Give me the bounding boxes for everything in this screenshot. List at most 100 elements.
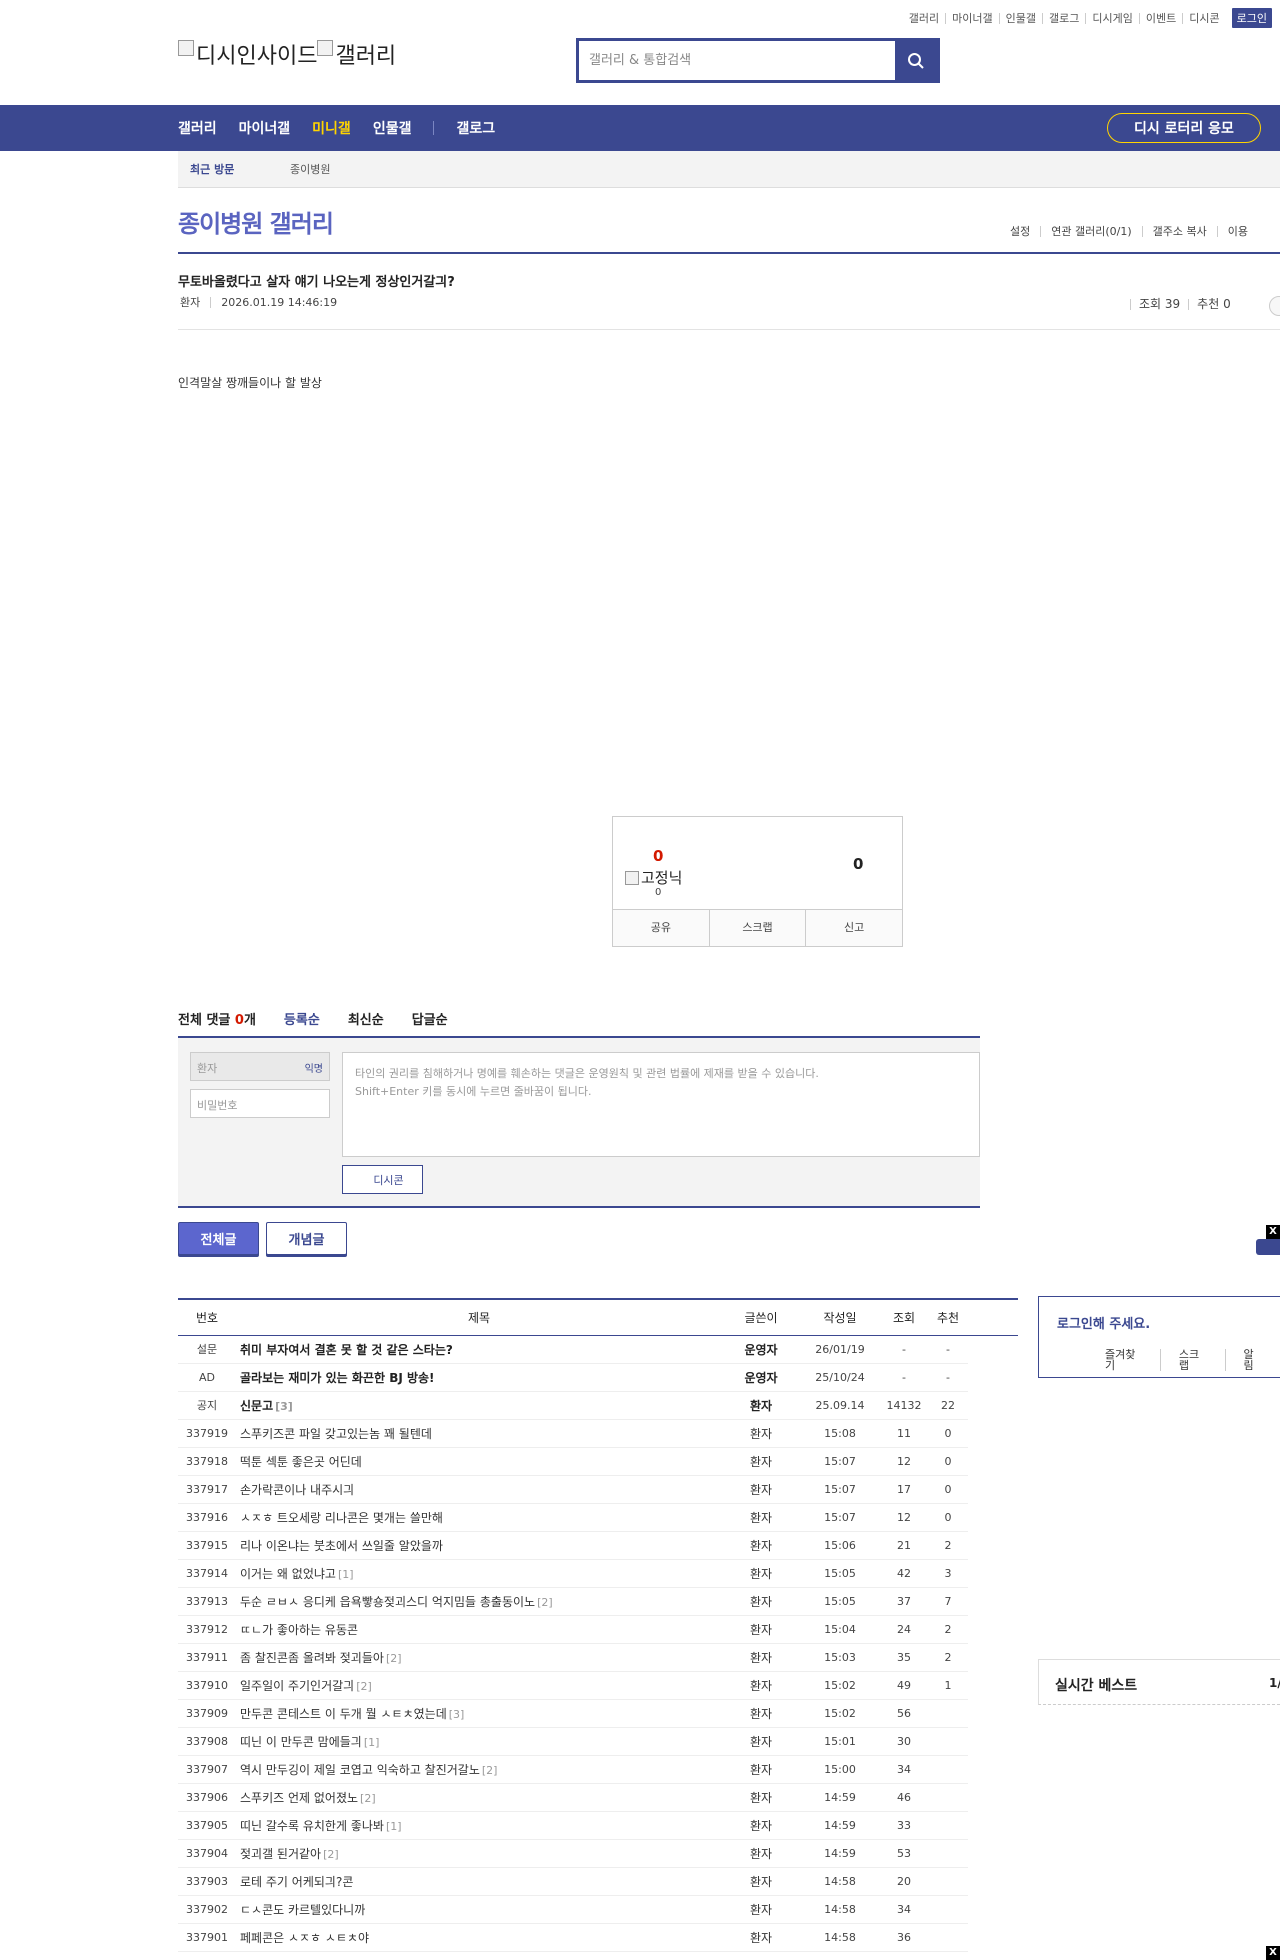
nav-person-gallery[interactable]: 인물갤 [373, 118, 412, 138]
topnav-person-link[interactable]: 인물갤 [998, 12, 1042, 24]
realtime-best-page[interactable]: 1/ [1269, 1676, 1280, 1690]
table-row[interactable]: 337904 젖괴갤 된거같아 [2] 환자 14:59 53 [178, 1839, 1018, 1868]
reply-count[interactable]: [3] [275, 1400, 293, 1413]
table-row[interactable]: 337902 ㄷㅅ콘도 카르텔있다니까 환자 14:58 34 [178, 1895, 1018, 1924]
scrap-link[interactable]: 스크랩 [1159, 1349, 1225, 1371]
report-button[interactable]: 신고 [805, 910, 902, 946]
reply-count[interactable]: [1] [386, 1820, 402, 1833]
post-title-link[interactable]: 만두콘 콘테스트 이 두개 뭘 ㅅㅌㅊ였는데 [3] [236, 1699, 722, 1728]
post-title-text[interactable]: 떡툰 섹툰 좋은곳 어딘데 [240, 1455, 362, 1469]
recommended-posts-tab[interactable]: 개념글 [266, 1222, 347, 1255]
comment-textarea[interactable]: 타인의 권리를 침해하거나 명예를 훼손하는 댓글은 운영원칙 및 관련 법률에… [342, 1052, 980, 1157]
post-writer[interactable]: 환자 [722, 1727, 800, 1756]
post-title-text[interactable]: 만두콘 콘테스트 이 두개 뭘 ㅅㅌㅊ였는데 [240, 1707, 447, 1721]
related-gallery-link[interactable]: 연관 갤러리(0/1) [1040, 226, 1141, 237]
post-title-link[interactable]: 페페콘은 ㅅㅈㅎ ㅅㅌㅊ야 [236, 1923, 722, 1952]
usage-link[interactable]: 이용 [1216, 226, 1258, 237]
post-title-link[interactable]: 로테 주기 어케되긔?콘 [236, 1867, 722, 1896]
settings-link[interactable]: 설정 [1000, 226, 1040, 237]
reply-count[interactable]: [2] [323, 1848, 339, 1861]
post-title-text[interactable]: 스푸키즈콘 파일 갖고있는놈 꽤 될텐데 [240, 1427, 432, 1441]
table-row[interactable]: 337918 떡툰 섹툰 좋은곳 어딘데 환자 15:07 12 0 [178, 1447, 1018, 1476]
close-icon[interactable]: X [1266, 1225, 1280, 1239]
post-title-text[interactable]: ㅅㅈㅎ 트오세랑 리나콘은 몇개는 쓸만해 [240, 1511, 443, 1525]
post-title-link[interactable]: 손가락콘이나 내주시긔 [236, 1475, 722, 1504]
reply-count[interactable]: [2] [482, 1764, 498, 1777]
reply-count[interactable]: [2] [537, 1596, 553, 1609]
reply-count[interactable]: [2] [356, 1680, 372, 1693]
table-row[interactable]: 337912 ㄸㄴ가 좋아하는 유동콘 환자 15:04 24 2 [178, 1615, 1018, 1644]
post-title-link[interactable]: 리나 이온냐는 붓초에서 쓰일줄 알았을까 [236, 1531, 722, 1560]
post-title-text[interactable]: 일주일이 주기인거갈긔 [240, 1679, 354, 1693]
post-writer[interactable]: 운영자 [722, 1335, 800, 1364]
post-title-link[interactable]: 스푸키즈콘 파일 갖고있는놈 꽤 될텐데 [236, 1419, 722, 1448]
post-writer[interactable]: 환자 [722, 1559, 800, 1588]
table-row[interactable]: AD 골라보는 재미가 있는 화끈한 BJ 방송! 운영자 25/10/24- - [178, 1363, 1018, 1392]
post-writer[interactable]: 환자 [722, 1699, 800, 1728]
table-row[interactable]: 337907 역시 만두깅이 제일 코엽고 익숙하고 찰진거갈노 [2] 환자 15:0… [178, 1755, 1018, 1784]
topnav-minor-link[interactable]: 마이너갤 [945, 12, 998, 24]
post-title-link[interactable]: 떡툰 섹툰 좋은곳 어딘데 [236, 1447, 722, 1476]
post-title-text[interactable]: 젖괴갤 된거같아 [240, 1847, 321, 1861]
gallery-title[interactable]: 종이병원 갤러리 [178, 204, 334, 239]
post-options-button[interactable] [1269, 296, 1280, 316]
table-row[interactable]: 337908 띠닌 이 만두콘 맘에들긔 [1] 환자 15:01 30 [178, 1727, 1018, 1756]
post-title-link[interactable]: ㄸㄴ가 좋아하는 유동콘 [236, 1615, 722, 1644]
downvote-count[interactable]: 0 [853, 855, 863, 873]
nav-gallog[interactable]: 갤로그 [456, 118, 495, 138]
post-writer[interactable]: 환자 [722, 1923, 800, 1952]
topnav-event-link[interactable]: 이벤트 [1138, 12, 1182, 24]
post-writer[interactable]: 환자 [722, 1839, 800, 1868]
post-writer[interactable]: 환자 [722, 1419, 800, 1448]
recent-visit-label[interactable]: 최근 방문 [178, 161, 290, 177]
reply-count[interactable]: [3] [449, 1708, 465, 1721]
post-writer[interactable]: 환자 [722, 1391, 800, 1420]
fixed-nick-upvote[interactable]: 고정닉 [625, 867, 682, 888]
table-row[interactable]: 337905 띠닌 갈수록 유치한게 좋나봐 [1] 환자 14:59 33 [178, 1811, 1018, 1840]
topnav-game-link[interactable]: 디시게임 [1085, 12, 1138, 24]
reply-count[interactable]: [2] [360, 1792, 376, 1805]
recent-gallery-link[interactable]: 종이병원 [290, 161, 330, 177]
lottery-button[interactable]: 디시 로터리 응모 [1107, 113, 1261, 143]
post-title-text[interactable]: 이거는 왜 없었냐고 [240, 1567, 336, 1581]
nav-mini-gallery[interactable]: 미니갤 [312, 118, 351, 138]
table-row[interactable]: 337911 좀 찰진콘좀 올려봐 젖괴들아 [2] 환자 15:03 35 2 [178, 1643, 1018, 1672]
table-row[interactable]: 337917 손가락콘이나 내주시긔 환자 15:07 17 0 [178, 1475, 1018, 1504]
post-title-text[interactable]: 두순 ㄹㅂㅅ 응디케 읍욕빻숑젖괴스디 억지밈들 총출동이노 [240, 1595, 535, 1609]
post-writer[interactable]: 환자 [722, 1447, 800, 1476]
table-row[interactable]: 337910 일주일이 주기인거갈긔 [2] 환자 15:02 49 1 [178, 1671, 1018, 1700]
post-writer[interactable]: 환자 [722, 1811, 800, 1840]
post-title-text[interactable]: ㄷㅅ콘도 카르텔있다니까 [240, 1903, 365, 1917]
search-input[interactable] [579, 41, 895, 80]
anonymous-toggle[interactable]: 익명 [305, 1060, 323, 1075]
login-prompt[interactable]: 로그인해 주세요. [1057, 1313, 1150, 1332]
post-title-link[interactable]: 골라보는 재미가 있는 화끈한 BJ 방송! [236, 1363, 722, 1392]
post-title-link[interactable]: ㄷㅅ콘도 카르텔있다니까 [236, 1895, 722, 1924]
dccon-button[interactable]: 디시콘 [342, 1165, 423, 1194]
copy-address-link[interactable]: 갤주소 복사 [1141, 226, 1217, 237]
topnav-gallery-link[interactable]: 갤러리 [903, 13, 945, 24]
post-title-text[interactable]: 띠닌 갈수록 유치한게 좋나봐 [240, 1819, 384, 1833]
post-writer[interactable]: 환자 [722, 1587, 800, 1616]
post-title-link[interactable]: 이거는 왜 없었냐고 [1] [236, 1559, 722, 1588]
post-title-text[interactable]: 골라보는 재미가 있는 화끈한 BJ 방송! [240, 1371, 435, 1385]
site-logo[interactable]: 디시인사이드 갤러리 [178, 38, 396, 70]
post-title-link[interactable]: 취미 부자여서 결혼 못 할 것 같은 스타는? [236, 1335, 722, 1364]
post-writer[interactable]: 환자 [722, 1475, 800, 1504]
post-title-text[interactable]: 취미 부자여서 결혼 못 할 것 같은 스타는? [240, 1343, 453, 1357]
post-writer[interactable]: 환자 [722, 1671, 800, 1700]
share-button[interactable]: 공유 [613, 910, 709, 946]
table-row[interactable]: 337901 페페콘은 ㅅㅈㅎ ㅅㅌㅊ야 환자 14:58 36 [178, 1923, 1018, 1952]
table-row[interactable]: 337916 ㅅㅈㅎ 트오세랑 리나콘은 몇개는 쓸만해 환자 15:07 12 0 [178, 1503, 1018, 1532]
upvote-count[interactable]: 0 [653, 847, 663, 865]
post-title-link[interactable]: 띠닌 이 만두콘 맘에들긔 [1] [236, 1727, 722, 1756]
post-title-text[interactable]: 신문고 [240, 1399, 273, 1413]
favorites-link[interactable]: 즐겨찾기 [1087, 1349, 1160, 1371]
table-row[interactable]: 공지 신문고 [3] 환자 25.09.14 14132 22 [178, 1391, 1018, 1420]
notification-link[interactable]: 알림 [1224, 1349, 1280, 1371]
post-title-link[interactable]: 띠닌 갈수록 유치한게 좋나봐 [1] [236, 1811, 722, 1840]
reply-count[interactable]: [1] [364, 1736, 380, 1749]
reply-count[interactable]: [2] [386, 1652, 402, 1665]
reply-count[interactable]: [1] [338, 1568, 354, 1581]
post-title-link[interactable]: 좀 찰진콘좀 올려봐 젖괴들아 [2] [236, 1643, 722, 1672]
